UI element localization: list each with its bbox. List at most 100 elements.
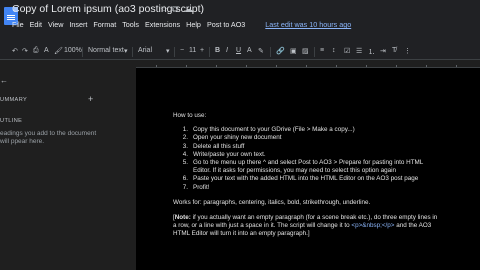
toolbar-divider (174, 47, 175, 57)
chevron-down-icon[interactable]: ▾ (124, 47, 128, 55)
how-to-heading: How to use: (173, 112, 207, 119)
page-gutter (110, 68, 136, 270)
summary-heading: UMMARY (0, 97, 28, 103)
toolbar: ↶ ↷ ⎙ A 🖌 100% Normal text ▾ Arial ▾ − 1… (0, 44, 480, 60)
print-icon[interactable]: ⎙ (33, 47, 39, 55)
note-label: Note: (174, 214, 191, 222)
increase-font-size-button[interactable]: + (200, 47, 204, 54)
undo-icon[interactable]: ↶ (12, 47, 18, 55)
text-color-button[interactable]: A (247, 47, 252, 54)
align-icon[interactable]: ≡ (320, 47, 324, 54)
document-body[interactable]: How to use: 1. Copy this document to you… (173, 112, 441, 239)
note-paragraph: [Note: if you actually want an empty par… (173, 214, 441, 239)
menu-bar: File Edit View Insert Format Tools Exten… (12, 20, 351, 29)
toolbar-divider (132, 47, 133, 57)
more-options-icon[interactable]: ⋮ (404, 47, 411, 55)
title-bar: Copy of Lorem ipsum (ao3 posting script)… (0, 0, 480, 44)
checklist-icon[interactable]: ☑ (344, 47, 350, 55)
cloud-status-icon[interactable]: ☁ (184, 4, 193, 15)
redo-icon[interactable]: ↷ (22, 47, 28, 55)
menu-file[interactable]: File (12, 20, 24, 29)
list-item: 7. Profit! (173, 184, 441, 192)
ruler-tick (186, 65, 187, 67)
ruler-tick (456, 65, 457, 67)
underline-button[interactable]: U (236, 47, 241, 54)
toolbar-divider (209, 47, 210, 57)
list-item: 3. Delete all this stuff (173, 143, 441, 151)
comment-icon[interactable]: ▣ (290, 47, 297, 55)
spellcheck-icon[interactable]: A (44, 47, 49, 54)
bold-button[interactable]: B (215, 47, 220, 54)
ruler-tick (276, 65, 277, 67)
toolbar-divider (82, 47, 83, 57)
italic-button[interactable]: I (226, 47, 228, 54)
list-item: 2. Open your shiny new document (173, 134, 441, 142)
menu-edit[interactable]: Edit (30, 20, 42, 29)
star-icon[interactable]: ☆ (160, 4, 168, 15)
logo-line (7, 17, 15, 18)
logo-line (7, 15, 15, 16)
toolbar-divider (270, 47, 271, 57)
list-number: 2. (182, 134, 188, 142)
outline-placeholder-text: eadings you add to the document will ppe… (0, 130, 97, 145)
clear-formatting-icon[interactable]: T̸ (392, 47, 396, 54)
ruler-tick (336, 65, 337, 67)
menu-insert[interactable]: Insert (69, 20, 87, 29)
paint-format-icon[interactable]: 🖌 (54, 47, 63, 55)
list-text: Paste your text with the added HTML into… (193, 175, 419, 183)
move-icon[interactable]: ⧉ (172, 4, 178, 15)
ruler-tick (216, 65, 217, 67)
chevron-down-icon[interactable]: ▾ (166, 47, 170, 55)
menu-view[interactable]: View (48, 20, 63, 29)
list-number: 4. (182, 150, 188, 158)
list-number: 5. (182, 159, 188, 167)
list-text: Open your shiny new document (193, 134, 282, 142)
list-text: Go to the menu up there ^ and select Pos… (193, 159, 424, 175)
menu-extensions[interactable]: Extensions (145, 20, 180, 29)
menu-tools[interactable]: Tools (122, 20, 139, 29)
ruler-tick (156, 65, 157, 67)
ruler-tick (426, 65, 427, 67)
list-number: 7. (182, 183, 188, 191)
list-item: 6. Paste your text with the added HTML i… (173, 175, 441, 183)
list-text: Delete all this stuff (193, 142, 245, 150)
list-number: 6. (182, 175, 188, 183)
font-size-input[interactable]: 11 (189, 47, 196, 54)
link-icon[interactable]: 🔗 (276, 47, 285, 55)
ruler-tick (306, 65, 307, 67)
menu-format[interactable]: Format (93, 20, 116, 29)
style-select[interactable]: Normal text (88, 47, 124, 54)
document-outline-panel: ← UMMARY + UTLINE eadings you add to the… (0, 68, 110, 270)
ruler-tick (246, 65, 247, 67)
list-number: 3. (182, 142, 188, 150)
zoom-select[interactable]: 100% (64, 47, 82, 54)
list-item: 4. Write/paste your own text. (173, 151, 441, 159)
numbered-list-icon[interactable]: ⒈ (368, 47, 375, 57)
works-for-paragraph: Works for: paragraphs, centering, italic… (173, 198, 371, 206)
toolbar-divider (314, 47, 315, 57)
note-code: <p>&nbsp;</p> (351, 222, 395, 230)
list-text: Profit! (193, 183, 210, 191)
list-number: 1. (182, 126, 188, 134)
back-arrow-icon[interactable]: ← (0, 76, 8, 85)
menu-help[interactable]: Help (186, 20, 201, 29)
indent-icon[interactable]: ⇥ (380, 47, 386, 55)
list-item: 5. Go to the menu up there ^ and select … (173, 159, 441, 175)
ruler-tick (396, 65, 397, 67)
bulleted-list-icon[interactable]: ☰ (356, 47, 362, 55)
ruler-tick (366, 65, 367, 67)
decrease-font-size-button[interactable]: − (180, 47, 184, 54)
menu-post-to-ao3[interactable]: Post to AO3 (207, 20, 245, 29)
outline-heading: UTLINE (0, 118, 23, 124)
list-text: Write/paste your own text. (193, 150, 266, 158)
line-spacing-icon[interactable]: ↕ (332, 47, 336, 54)
list-item: 1. Copy this document to your GDrive (Fi… (173, 126, 441, 134)
font-select[interactable]: Arial (138, 47, 152, 54)
list-text: Copy this document to your GDrive (File … (193, 126, 355, 134)
add-summary-button[interactable]: + (88, 94, 93, 104)
image-icon[interactable]: ▨ (302, 47, 309, 55)
instruction-list: 1. Copy this document to your GDrive (Fi… (173, 126, 441, 192)
highlight-color-icon[interactable]: ✎ (258, 47, 264, 55)
ruler[interactable] (136, 61, 480, 68)
last-edit-link[interactable]: Last edit was 10 hours ago (265, 20, 351, 29)
